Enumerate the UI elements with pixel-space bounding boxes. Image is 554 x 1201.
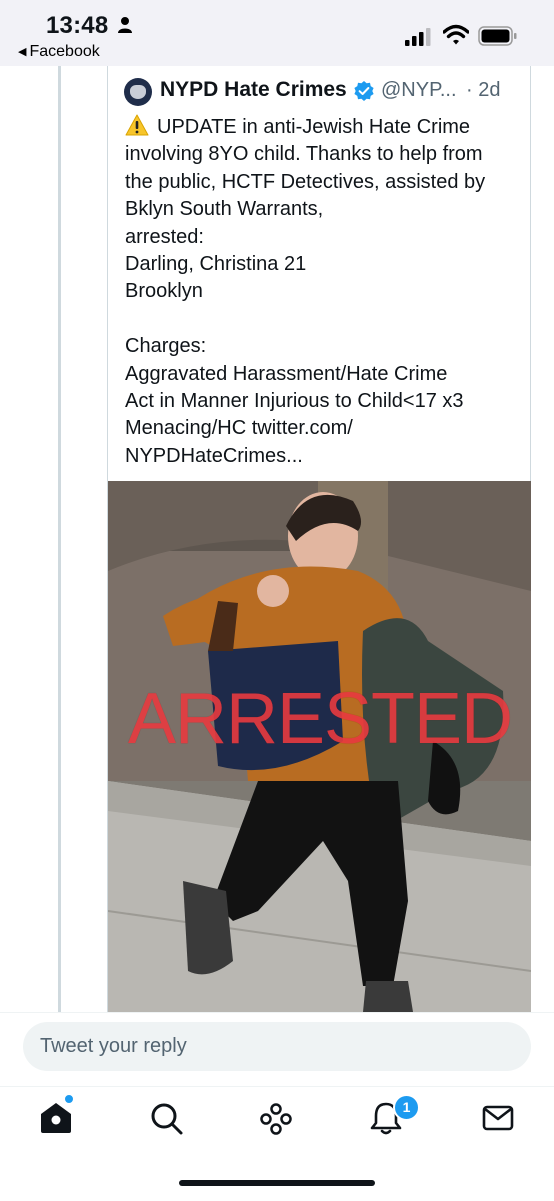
person-icon	[118, 17, 132, 33]
author-avatar[interactable]	[124, 78, 152, 106]
tweet-line: Menacing/HC twitter.com/	[125, 417, 353, 440]
tweet-line: Darling, Christina 21	[125, 253, 307, 276]
photo-overlay-text: ARRESTED	[127, 679, 513, 759]
tweet-line: the public, HCTF Detectives, assisted by	[125, 170, 486, 193]
reply-input[interactable]: Tweet your reply	[23, 1022, 531, 1071]
tweet-line	[125, 306, 525, 333]
tweet-line: Aggravated Harassment/Hate Crime	[125, 362, 448, 385]
tweet-line: arrested:	[125, 225, 204, 248]
battery-icon	[478, 26, 517, 46]
thread-connector-line	[58, 66, 61, 1012]
verified-badge-icon	[354, 81, 374, 101]
notification-count-badge: 1	[393, 1094, 420, 1121]
back-to-app-link[interactable]: ◀ Facebook	[18, 43, 100, 61]
tweet-line-1: UPDATE in anti-Jewish Hate Crime	[125, 114, 525, 141]
tweet-line: Charges:	[125, 335, 207, 358]
home-icon[interactable]	[38, 1100, 74, 1136]
tweet-body: UPDATE in anti-Jewish Hate Crime involvi…	[125, 114, 525, 470]
home-unread-dot	[63, 1093, 75, 1105]
search-icon[interactable]	[148, 1100, 184, 1136]
author-name[interactable]: NYPD Hate Crimes	[160, 78, 347, 102]
messages-icon[interactable]	[480, 1100, 516, 1136]
tweet-line: NYPDHateCrimes...	[125, 444, 303, 467]
tweet-line: Act in Manner Injurious to Child<17 x3	[125, 390, 464, 413]
home-indicator	[179, 1180, 375, 1186]
spaces-icon[interactable]	[258, 1100, 294, 1136]
clock: 13:48	[46, 12, 109, 39]
back-arrow-icon: ◀	[18, 46, 27, 58]
tweet-timestamp[interactable]: · 2d	[466, 79, 500, 102]
back-app-label: Facebook	[29, 43, 100, 60]
signal-icon	[405, 28, 431, 46]
tweet-line: Brooklyn	[125, 280, 203, 303]
tweet-line: involving 8YO child. Thanks to help from	[125, 143, 483, 166]
tweet-line: Bklyn South Warrants,	[125, 198, 324, 221]
author-handle[interactable]: @NYP...	[381, 79, 457, 102]
wifi-icon	[443, 24, 469, 45]
status-bar: 13:48 ◀ Facebook	[0, 0, 554, 66]
warning-icon	[125, 114, 149, 136]
